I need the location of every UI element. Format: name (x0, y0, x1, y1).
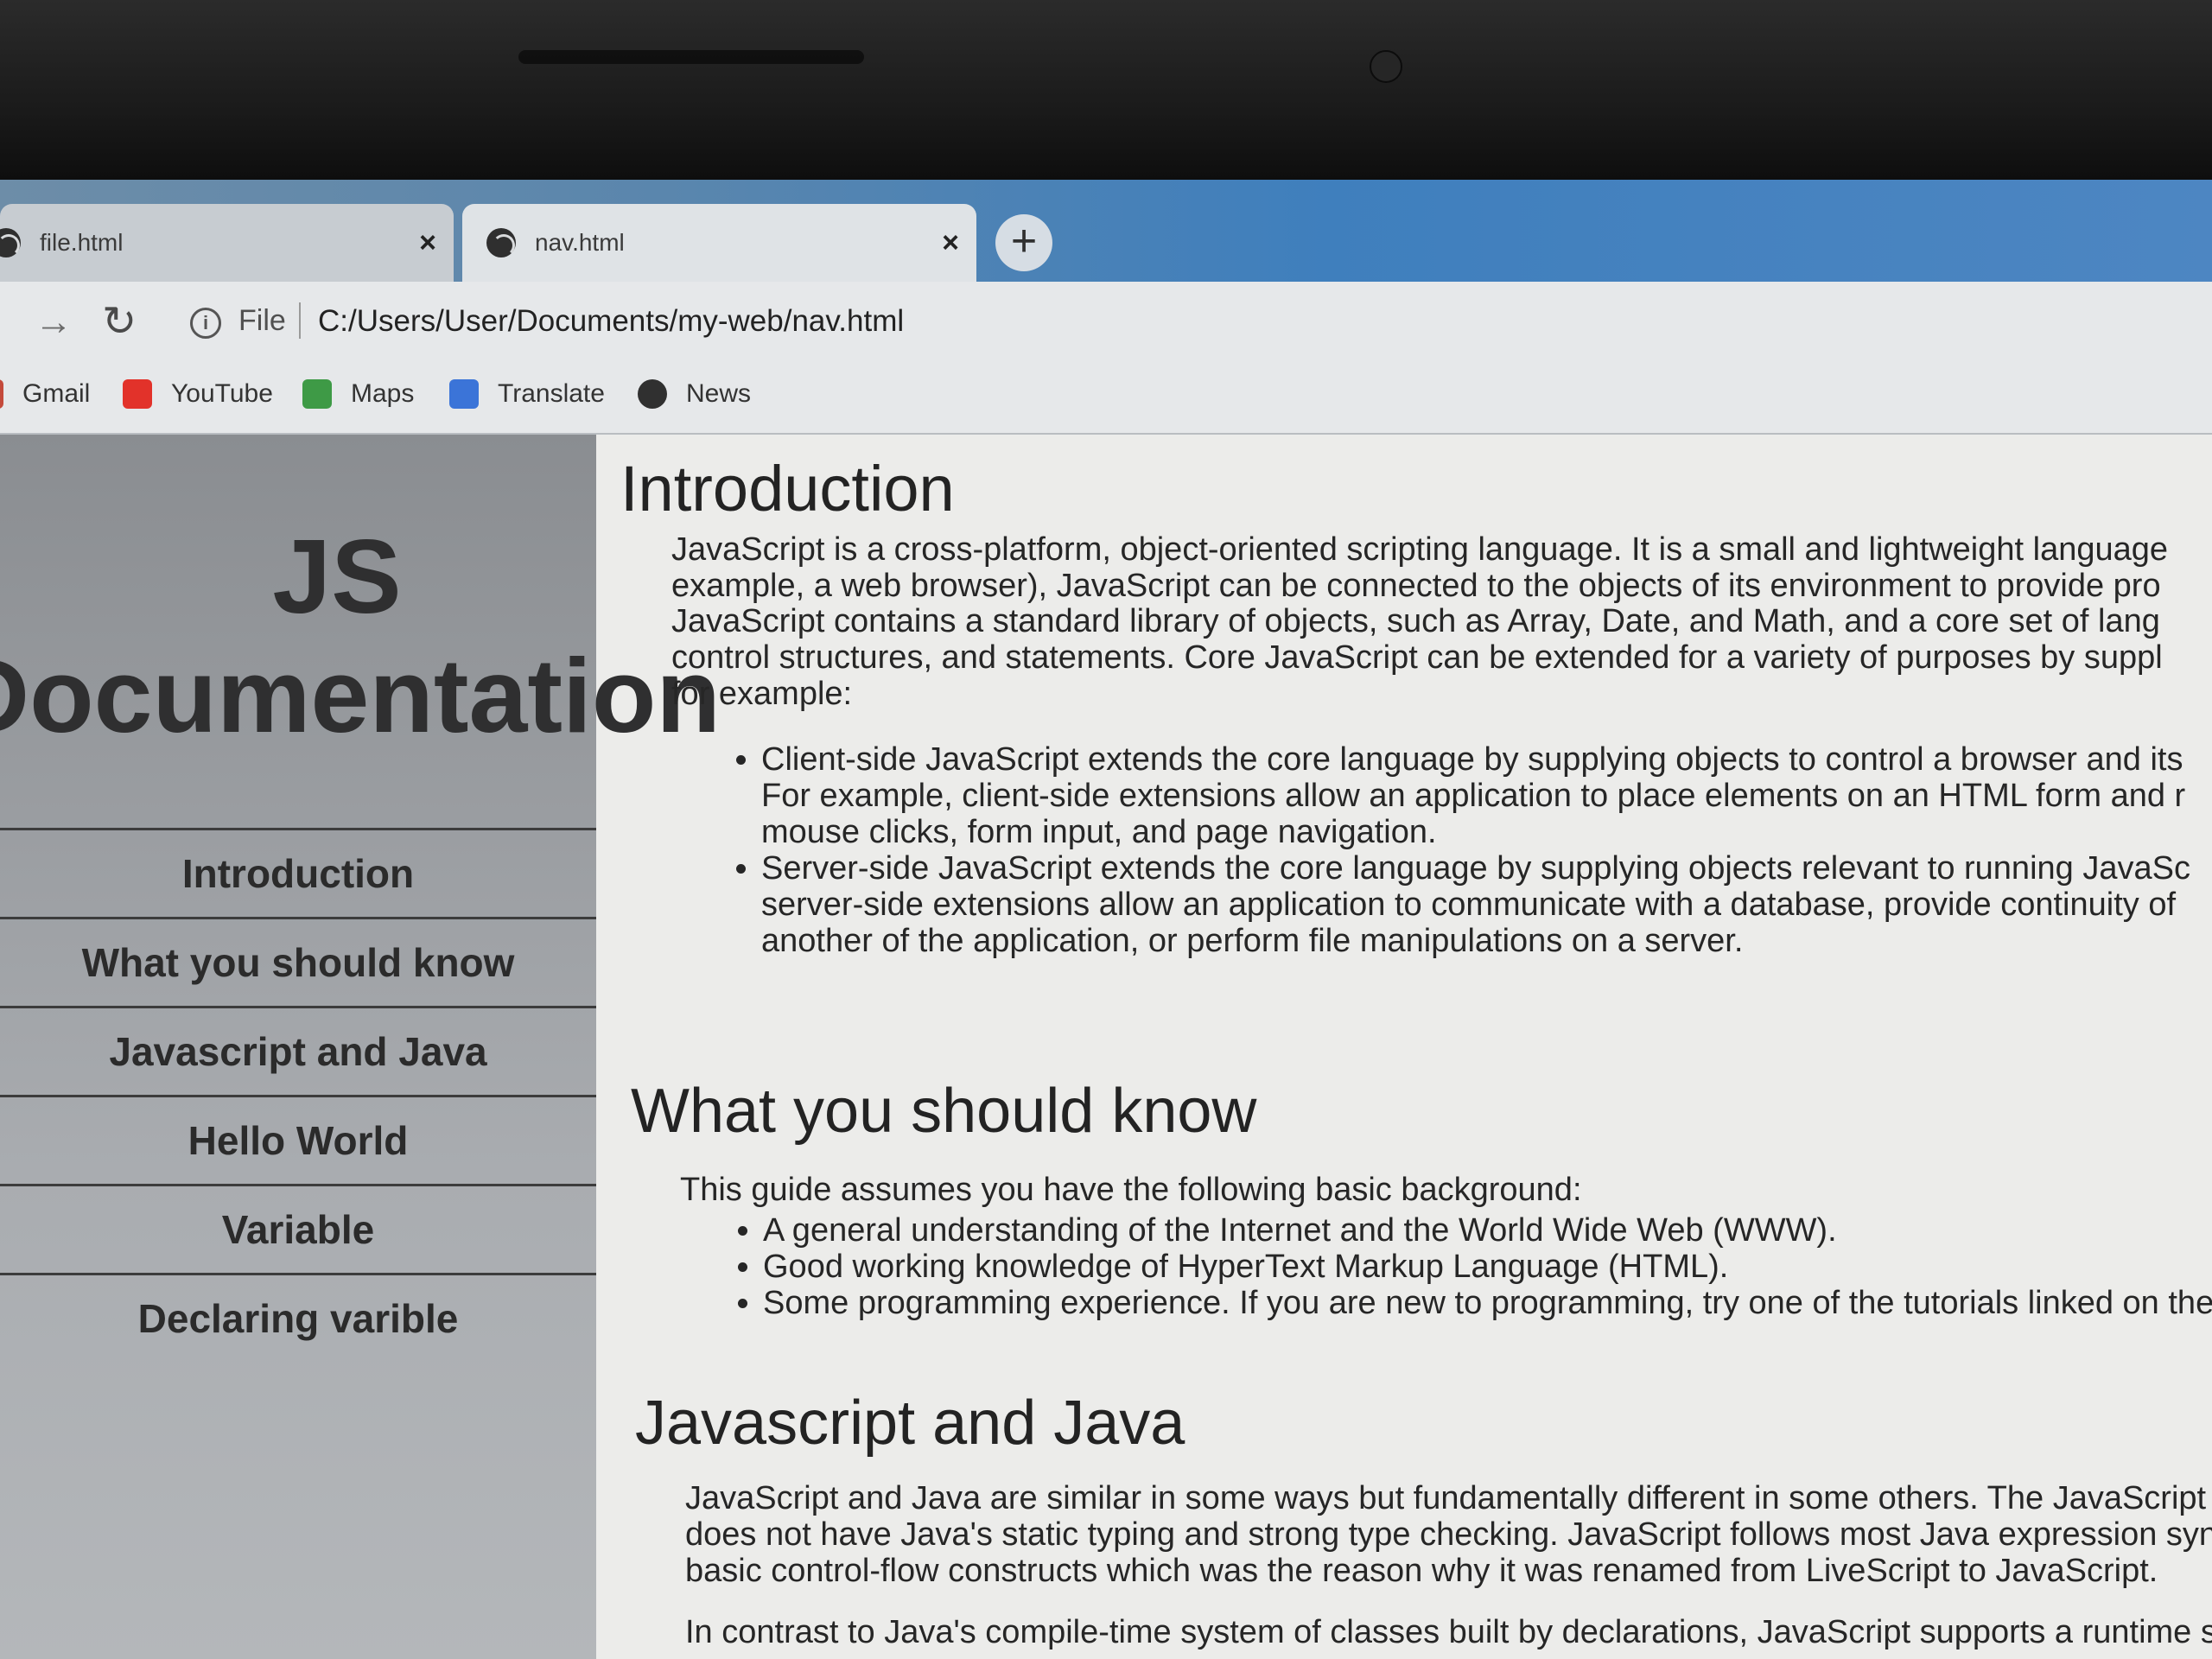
list-item: A general understanding of the Internet … (763, 1212, 2212, 1249)
text-line: Server-side JavaScript extends the core … (761, 850, 2190, 887)
bookmark-news[interactable]: News (638, 379, 751, 409)
globe-icon (486, 228, 516, 257)
globe-icon (0, 228, 21, 257)
bookmark-label: Gmail (22, 379, 91, 408)
close-icon[interactable]: × (402, 226, 454, 260)
list-item: Some programming experience. If you are … (763, 1285, 2212, 1321)
nav-link-javascript-and-java[interactable]: Javascript and Java (0, 1006, 596, 1095)
java-paragraph-2: In contrast to Java's compile-time syste… (685, 1614, 2212, 1650)
maps-icon (302, 379, 332, 409)
nav-link-introduction[interactable]: Introduction (0, 828, 596, 917)
reload-icon[interactable]: ↻ (102, 297, 137, 346)
forward-icon[interactable]: → (35, 301, 73, 344)
heading-introduction: Introduction (620, 453, 955, 524)
nav-link-what-you-should-know[interactable]: What you should know (0, 917, 596, 1006)
text-line: JavaScript and Java are similar in some … (685, 1480, 2212, 1516)
youtube-icon (123, 379, 152, 409)
text-line: another of the application, or perform f… (761, 923, 1744, 959)
bezel-slot (518, 50, 864, 64)
text-line: JavaScript contains a standard library o… (671, 603, 2160, 639)
intro-bullet-list: Client-side JavaScript extends the core … (720, 741, 2190, 959)
bookmark-maps[interactable]: Maps (302, 379, 414, 409)
tab-file-html[interactable]: file.html × (0, 204, 454, 282)
address-toolbar: → ↻ i File C:/Users/User/Documents/my-we… (0, 282, 2212, 364)
know-paragraph: This guide assumes you have the followin… (680, 1172, 1582, 1208)
nav-link-hello-world[interactable]: Hello World (0, 1095, 596, 1184)
text-line: mouse clicks, form input, and page navig… (761, 814, 1437, 850)
address-input[interactable]: C:/Users/User/Documents/my-web/nav.html (318, 304, 904, 339)
text-line: basic control-flow constructs which was … (685, 1553, 2158, 1589)
info-icon[interactable]: i (190, 308, 221, 339)
text-line: server-side extensions allow an applicat… (761, 887, 2177, 923)
java-paragraph-1: JavaScript and Java are similar in some … (685, 1480, 2212, 1589)
webcam (1370, 50, 1402, 83)
know-bullet-list: A general understanding of the Internet … (721, 1212, 2212, 1321)
tab-title: nav.html (535, 229, 625, 256)
bookmark-label: News (686, 379, 752, 408)
nav-list: Introduction What you should know Javasc… (0, 828, 596, 1362)
text-line: JavaScript is a cross-platform, object-o… (671, 531, 2169, 568)
intro-paragraph-1: JavaScript is a cross-platform, object-o… (671, 531, 2168, 604)
bookmark-youtube[interactable]: YouTube (123, 379, 273, 409)
monitor-bezel (0, 0, 2212, 186)
nav-link-declaring-varible[interactable]: Declaring varible (0, 1273, 596, 1362)
text-line: for example: (671, 676, 853, 712)
gmail-icon (0, 379, 3, 409)
text-line: does not have Java's static typing and s… (685, 1516, 2212, 1553)
browser-window: file.html × nav.html × + → ↻ i File C:/U… (0, 180, 2212, 1659)
bookmark-label: YouTube (171, 379, 273, 408)
text-line: For example, client-side extensions allo… (761, 778, 2186, 814)
url-divider (299, 302, 301, 339)
text-line: control structures, and statements. Core… (671, 639, 2163, 676)
list-item: Client-side JavaScript extends the core … (761, 741, 2190, 850)
list-item: Good working knowledge of HyperText Mark… (763, 1249, 2212, 1285)
nav-link-variable[interactable]: Variable (0, 1184, 596, 1273)
new-tab-button[interactable]: + (995, 214, 1052, 271)
heading-javascript-and-java: Javascript and Java (635, 1389, 1185, 1458)
close-icon[interactable]: × (925, 226, 976, 260)
text-line: example, a web browser), JavaScript can … (671, 568, 2161, 604)
bookmark-gmail[interactable]: Gmail (0, 379, 90, 409)
intro-paragraph-2: JavaScript contains a standard library o… (671, 603, 2163, 712)
tab-nav-html[interactable]: nav.html × (462, 204, 976, 282)
bookmark-label: Maps (351, 379, 415, 408)
list-item: Server-side JavaScript extends the core … (761, 850, 2190, 959)
translate-icon (449, 379, 479, 409)
bookmark-label: Translate (498, 379, 605, 408)
news-icon (638, 379, 667, 409)
main-content: Introduction JavaScript is a cross-platf… (618, 435, 2212, 1659)
url-scheme[interactable]: File (238, 304, 286, 338)
sidebar: JS Documentation Introduction What you s… (0, 435, 721, 1659)
text-line: Client-side JavaScript extends the core … (761, 741, 2183, 778)
tab-title: file.html (40, 229, 124, 256)
tab-strip: file.html × nav.html × + (0, 180, 2212, 282)
heading-what-you-should-know: What you should know (631, 1077, 1257, 1146)
bookmark-translate[interactable]: Translate (449, 379, 605, 409)
bookmarks-bar: Gmail YouTube Maps Translate News (0, 364, 2212, 435)
page-viewport: JS Documentation Introduction What you s… (0, 435, 2212, 1659)
